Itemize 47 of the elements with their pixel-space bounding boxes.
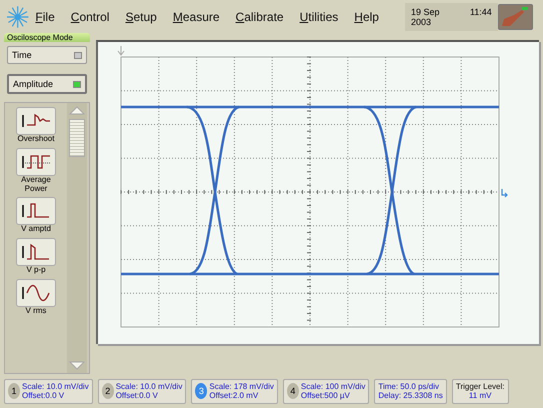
time-text: 11:44: [470, 6, 492, 18]
measure-button[interactable]: [16, 148, 56, 176]
offset-text: Offset:2.0 mV: [209, 391, 260, 400]
measure-label: V amptd: [20, 225, 52, 234]
measure-button[interactable]: [16, 197, 56, 226]
measure-label: Average Power: [20, 176, 52, 194]
measure-button[interactable]: [16, 107, 56, 135]
menu-item[interactable]: Calibrate: [236, 10, 284, 24]
menu-item[interactable]: Help: [354, 10, 379, 24]
scale-text: Scale: 178 mV/div: [209, 382, 274, 391]
starburst-icon: [6, 4, 30, 28]
channel-number: 2: [102, 383, 114, 399]
menu-item[interactable]: File: [35, 10, 55, 24]
measure-label: Overshoot: [16, 135, 56, 144]
channel-number: 3: [195, 383, 208, 399]
channel-number: 4: [286, 383, 299, 399]
delay-text: Delay: 25.3308 ns: [378, 391, 443, 400]
scale-text: Scale: 10.0 mV/div: [116, 382, 182, 391]
measure-button[interactable]: [16, 278, 56, 307]
scroll-thumb[interactable]: [69, 119, 85, 157]
measure-label: V p-p: [25, 266, 47, 275]
mode-button[interactable]: Amplitude: [7, 74, 87, 94]
channel-number: 1: [8, 383, 20, 399]
measure-label: V rms: [24, 306, 48, 316]
trigger-marker-icon: [501, 188, 508, 198]
marker-icon: [118, 46, 124, 56]
menu-item[interactable]: Utilities: [300, 10, 338, 24]
time-scale-text: Time: 50.0 ps/div: [378, 382, 440, 391]
menu-item[interactable]: Setup: [125, 10, 157, 24]
date-text: 19 Sep 2003: [410, 6, 440, 26]
offset-text: Offset:0.0 V: [116, 391, 159, 400]
timebase-button[interactable]: Time: 50.0 ps/div Delay: 25.3308 ns: [374, 378, 447, 404]
scrollbar[interactable]: [67, 103, 87, 373]
mode-tab[interactable]: Osciloscope Mode: [4, 33, 90, 42]
menu-item[interactable]: Control: [70, 10, 110, 24]
hand-icon: [500, 6, 530, 28]
offset-text: Offset:500 µV: [300, 391, 351, 400]
trigger-button[interactable]: Trigger Level: 11 mV: [452, 378, 508, 404]
mode-button[interactable]: Time: [7, 46, 87, 64]
touch-button[interactable]: [498, 4, 533, 30]
menu-item[interactable]: Measure: [172, 10, 220, 24]
trigger-value: 11 mV: [468, 391, 492, 400]
scale-text: Scale: 10.0 mV/div: [22, 382, 89, 391]
measure-button[interactable]: [16, 238, 56, 266]
offset-text: Offset:0.0 V: [22, 391, 66, 400]
scale-text: Scale: 100 mV/div: [300, 382, 366, 391]
trigger-label: Trigger Level:: [456, 382, 504, 391]
